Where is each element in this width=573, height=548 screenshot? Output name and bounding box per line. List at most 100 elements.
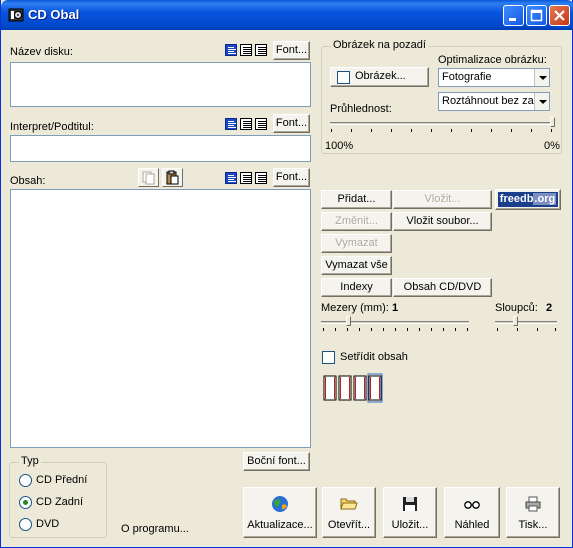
background-image-checkbox[interactable] (337, 71, 350, 84)
stretch-select[interactable]: Roztáhnout bez za (438, 92, 550, 111)
artist-input[interactable] (10, 135, 311, 162)
columns-label: Sloupců: (495, 302, 538, 314)
freedb-button[interactable]: freedb.org (495, 189, 561, 210)
delete-button[interactable]: Vymazat (321, 234, 392, 253)
maximize-button[interactable] (526, 5, 547, 26)
close-icon (554, 10, 565, 21)
columns-slider-thumb[interactable] (513, 316, 518, 326)
copy-icon (142, 171, 155, 185)
minimize-button[interactable] (503, 5, 524, 26)
chevron-down-icon (534, 93, 549, 110)
disk-font-button[interactable]: Font... (273, 41, 310, 60)
edit-button[interactable]: Změnit... (321, 212, 392, 231)
floppy-disk-icon (403, 497, 417, 511)
spacing-value: 1 (392, 302, 399, 314)
insert-file-button[interactable]: Vložit soubor... (393, 212, 492, 231)
sort-label: Setřídit obsah (340, 351, 408, 363)
content-align-group (225, 172, 269, 184)
open-button[interactable]: Otevřít... (322, 487, 376, 538)
type-cd-back-radio[interactable] (19, 496, 32, 509)
disk-name-input[interactable] (10, 62, 311, 107)
align-left-icon[interactable] (225, 172, 237, 184)
layout-1-icon[interactable] (323, 375, 337, 401)
chevron-down-icon (534, 69, 549, 86)
freedb-logo: freedb.org (498, 192, 558, 207)
align-right-icon[interactable] (255, 118, 267, 130)
indexes-button[interactable]: Indexy (321, 278, 392, 297)
disk-name-label: Název disku: (10, 46, 73, 58)
minimize-icon (509, 18, 516, 21)
spacing-ticks (323, 328, 468, 331)
update-button[interactable]: Aktualizace... (243, 487, 317, 538)
align-center-icon[interactable] (240, 44, 252, 56)
align-left-icon[interactable] (225, 118, 237, 130)
optimize-select[interactable]: Fotografie (438, 68, 550, 87)
printer-icon (525, 496, 541, 512)
window-title: CD Obal (28, 7, 80, 22)
background-image-label: Obrázek... (355, 70, 406, 82)
column-layout-icons (323, 373, 383, 403)
cd-contents-button[interactable]: Obsah CD/DVD (393, 278, 492, 297)
spacing-slider-thumb[interactable] (346, 316, 351, 326)
about-link[interactable]: O programu... (121, 523, 189, 535)
print-label: Tisk... (518, 519, 548, 531)
stretch-value: Roztáhnout bez za (442, 95, 534, 107)
transparency-ticks (331, 129, 554, 132)
copy-button[interactable] (138, 168, 159, 187)
columns-value: 2 (546, 302, 553, 314)
content-label: Obsah: (10, 175, 46, 187)
align-left-icon[interactable] (225, 44, 237, 56)
freedb-logo-right: .org (533, 193, 557, 205)
preview-label: Náhled (454, 519, 490, 531)
folder-open-icon (340, 498, 358, 510)
side-font-button[interactable]: Boční font... (243, 452, 310, 471)
preview-button[interactable]: Náhled (444, 487, 500, 538)
globe-icon (272, 496, 288, 512)
columns-slider[interactable] (495, 321, 557, 324)
type-cd-front-radio[interactable] (19, 474, 32, 487)
align-center-icon[interactable] (240, 172, 252, 184)
type-cd-back-label: CD Zadní (36, 496, 84, 508)
type-group-title: Typ (19, 455, 41, 467)
align-right-icon[interactable] (255, 172, 267, 184)
save-label: Uložit... (391, 519, 429, 531)
delete-all-button[interactable]: Vymazat vše (321, 256, 392, 275)
artist-font-button[interactable]: Font... (273, 114, 310, 133)
layout-3-icon[interactable] (353, 375, 367, 401)
type-dvd-label: DVD (36, 518, 60, 530)
artist-align-group (225, 118, 269, 130)
insert-button[interactable]: Vložit... (393, 190, 492, 209)
content-font-button[interactable]: Font... (273, 168, 310, 187)
transparency-slider-thumb[interactable] (550, 117, 555, 127)
paste-icon (166, 170, 179, 185)
type-dvd-radio[interactable] (19, 518, 32, 531)
close-button[interactable] (549, 5, 570, 26)
title-bar: CD Obal (1, 0, 573, 30)
maximize-icon (530, 9, 543, 22)
app-window: CD Obal Název disku: Font... Interpret/P… (0, 0, 573, 548)
content-textarea[interactable] (10, 189, 311, 448)
align-right-icon[interactable] (255, 44, 267, 56)
layout-2-icon[interactable] (338, 375, 352, 401)
align-center-icon[interactable] (240, 118, 252, 130)
layout-4-icon[interactable] (367, 373, 383, 403)
cd-case-icon (8, 8, 24, 22)
glasses-icon (464, 501, 480, 509)
transparency-slider[interactable] (330, 122, 555, 125)
spacing-label: Mezery (mm): (321, 302, 389, 314)
print-button[interactable]: Tisk... (506, 487, 560, 538)
type-cd-front-label: CD Přední (36, 474, 88, 486)
optimize-value: Fotografie (442, 71, 492, 83)
artist-label: Interpret/Podtitul: (10, 121, 94, 133)
update-label: Aktualizace... (247, 519, 313, 531)
add-button[interactable]: Přidat... (321, 190, 392, 209)
transparency-min-label: 100% (325, 140, 354, 152)
transparency-label: Průhlednost: (330, 103, 392, 115)
paste-button[interactable] (162, 168, 183, 187)
save-button[interactable]: Uložit... (383, 487, 437, 538)
sort-checkbox[interactable] (322, 351, 335, 364)
background-image-button[interactable]: Obrázek... (330, 67, 429, 87)
spacing-slider[interactable] (321, 321, 469, 324)
optimize-label: Optimalizace obrázku: (438, 54, 547, 66)
transparency-max-label: 0% (544, 140, 560, 152)
